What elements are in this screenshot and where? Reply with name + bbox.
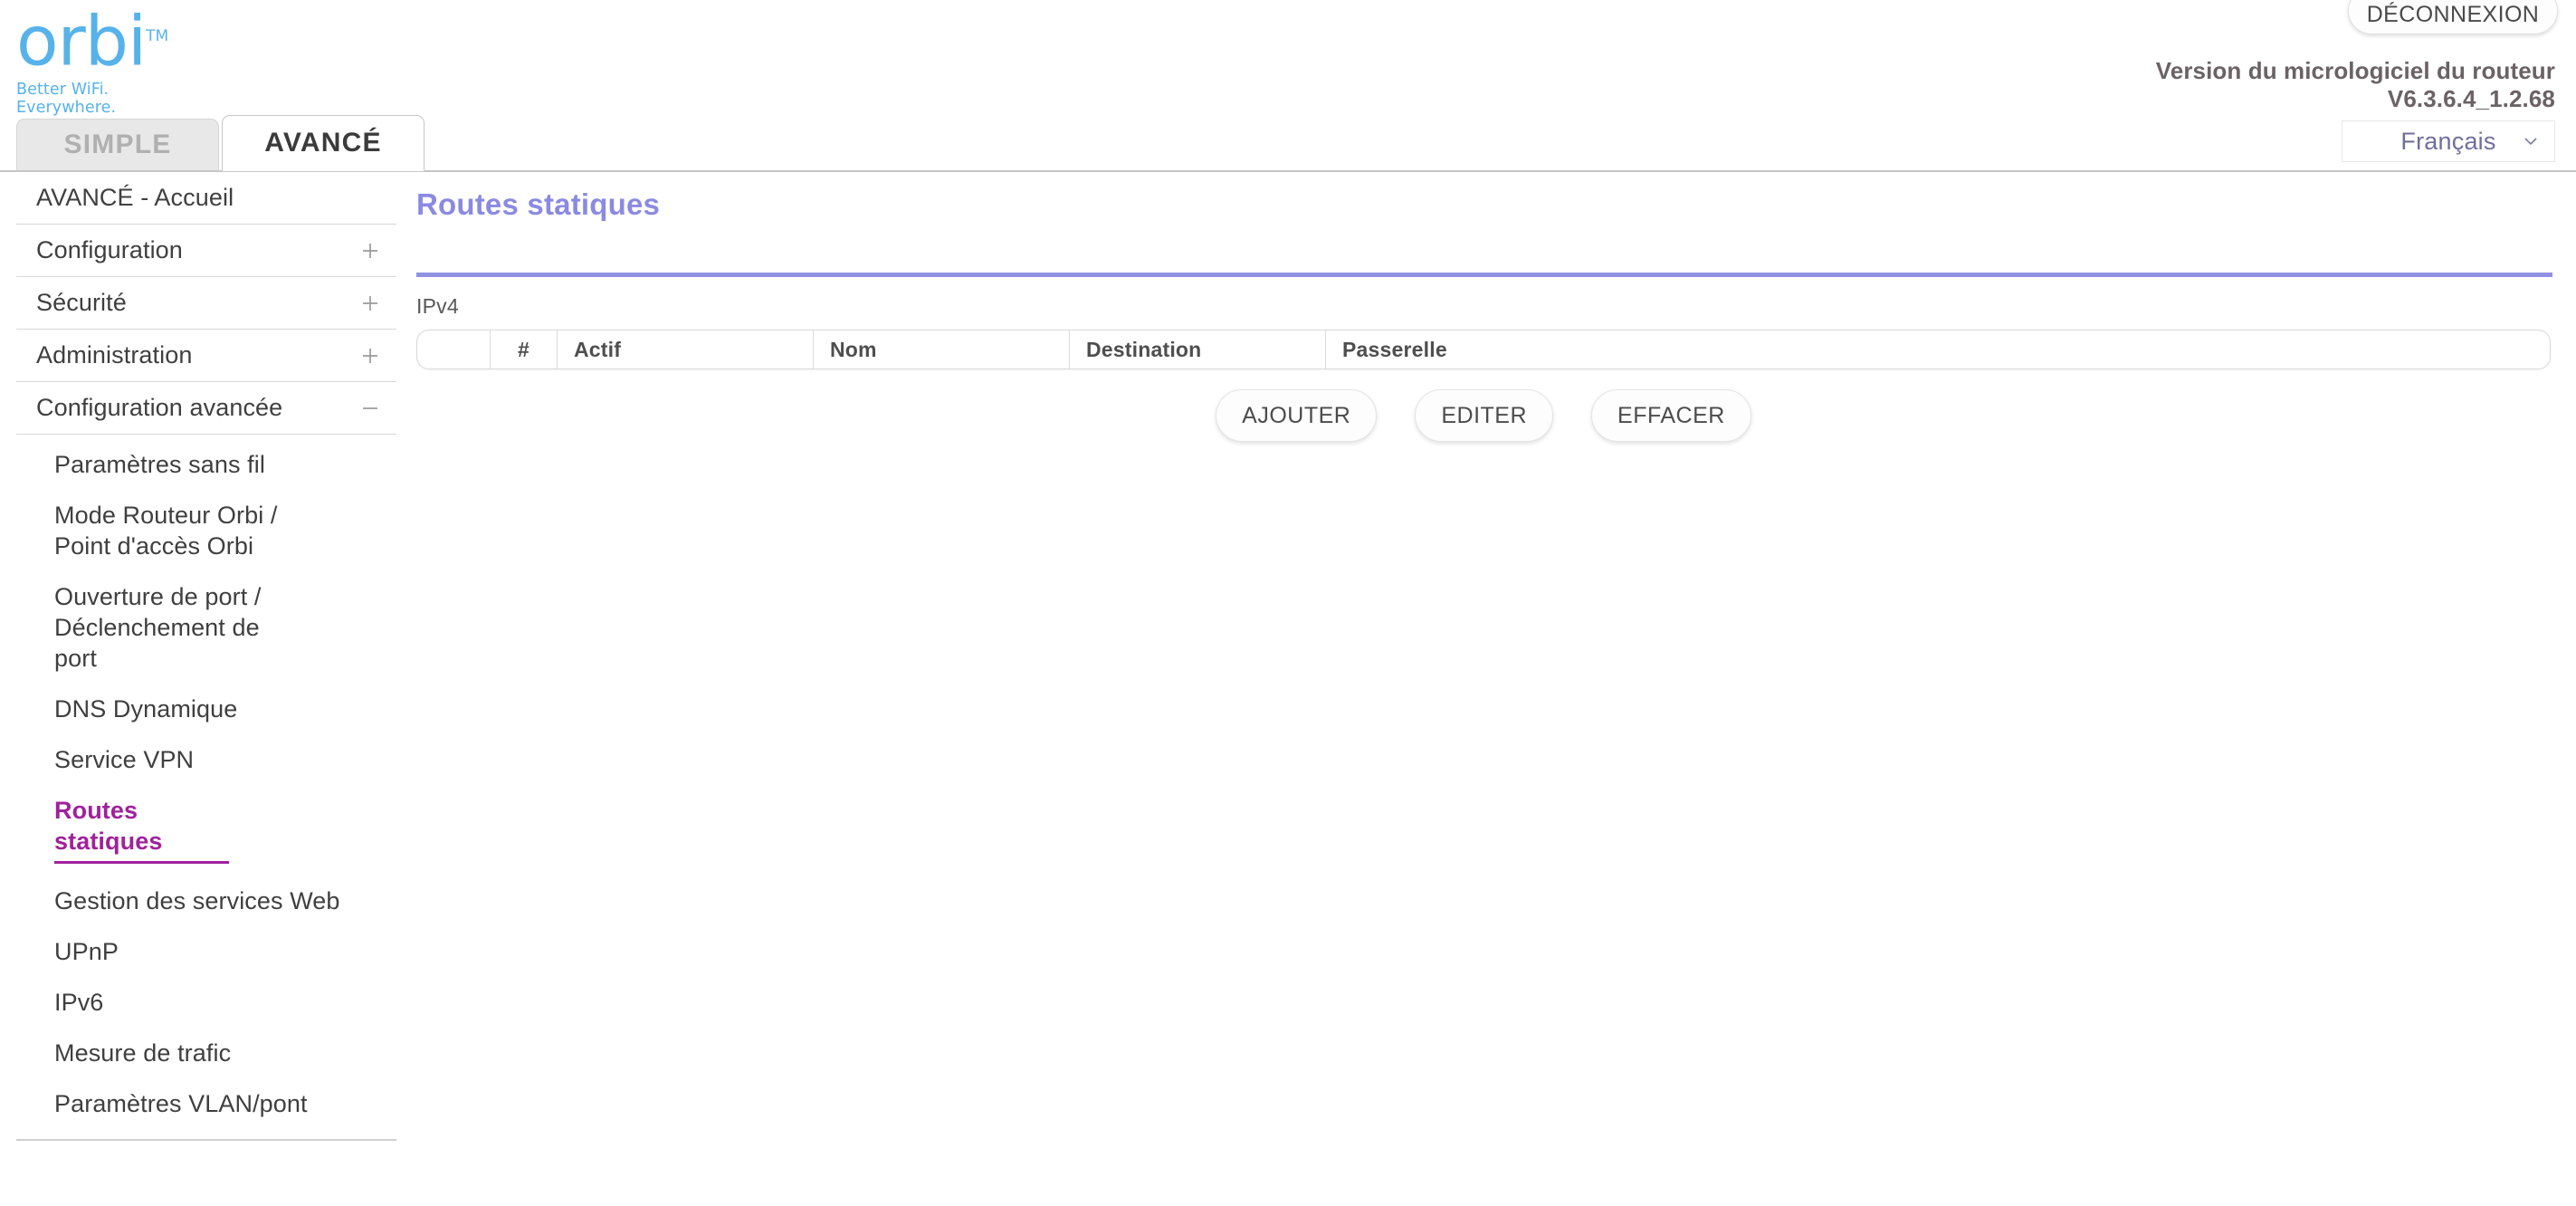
firmware-version: V6.3.6.4_1.2.68 [2387,85,2555,112]
table-header-row: # Actif Nom Destination Passerelle [417,330,2550,368]
table-header-destination: Destination [1069,330,1325,368]
table-action-buttons: AJOUTER EDITER EFFACER [416,389,2551,442]
language-select[interactable]: Français [2342,120,2555,162]
plus-icon[interactable] [358,239,382,263]
delete-route-button[interactable]: EFFACER [1591,389,1751,442]
sidebar-item-mode-routeur-orbi[interactable]: Mode Routeur Orbi / Point d'accès Orbi [16,500,396,561]
orbi-logo: orbiTM Better WiFi. Everywhere. [16,2,197,118]
table-header-index: # [490,330,557,368]
sidebar-item-securite[interactable]: Sécurité [16,277,396,330]
firmware-version-block: Version du micrologiciel du routeur V6.3… [1867,57,2555,113]
logo-tagline: Better WiFi. Everywhere. [16,81,117,118]
logo-text: orbi [16,0,147,81]
sidebar-item-parametres-sans-fil[interactable]: Paramètres sans fil [16,449,396,480]
chevron-down-icon [2522,132,2540,150]
logo-tm-mark: TM [146,27,169,45]
sidebar-item-label: Ouverture de port / Déclenchement de por… [54,583,262,672]
sidebar-item-configuration[interactable]: Configuration [16,225,396,277]
sidebar-item-upnp[interactable]: UPnP [16,936,396,967]
plus-icon[interactable] [358,292,382,315]
sidebar-item-label: Configuration avancée [36,394,283,421]
sidebar-item-label: Sécurité [36,289,127,316]
sidebar-item-ouverture-de-port[interactable]: Ouverture de port / Déclenchement de por… [16,581,396,674]
sidebar-item-label: Configuration [36,236,183,263]
static-routes-table: # Actif Nom Destination Passerelle [416,330,2551,369]
table-header-passerelle: Passerelle [1325,330,2550,368]
sidebar-item-label: DNS Dynamique [54,695,238,723]
sidebar-item-avance-accueil[interactable]: AVANCÉ - Accueil [16,172,396,225]
sidebar-item-label: Paramètres sans fil [54,451,265,478]
logout-button-label: DÉCONNEXION [2366,2,2540,27]
sidebar-bottom-divider [16,1139,396,1141]
sidebar-item-label: IPv6 [54,989,104,1016]
sidebar-item-label: Service VPN [54,746,195,773]
minus-icon[interactable] [358,397,382,420]
plus-icon[interactable] [358,344,382,368]
sidebar-item-routes-statiques[interactable]: Routes statiques [16,795,396,864]
logout-button[interactable]: DÉCONNEXION [2348,0,2558,34]
sidebar-item-label: Routes statiques [54,795,229,864]
ipv4-section-label: IPv4 [416,294,459,318]
edit-route-button[interactable]: EDITER [1415,389,1554,442]
title-divider [416,273,2552,277]
language-select-value: Français [2400,127,2496,155]
logo-wordmark: orbiTM [16,2,168,75]
sidebar-item-dns-dynamique[interactable]: DNS Dynamique [16,694,396,724]
mode-tabs: SIMPLE AVANCÉ [16,115,425,171]
page-title: Routes statiques [416,187,661,221]
add-route-button-label: AJOUTER [1242,402,1351,428]
sidebar-submenu: Paramètres sans fil Mode Routeur Orbi / … [16,435,396,1141]
edit-route-button-label: EDITER [1441,402,1528,428]
page-header: orbiTM Better WiFi. Everywhere. DÉCONNEX… [0,0,2576,172]
sidebar-item-administration[interactable]: Administration [16,330,396,382]
sidebar-item-label: AVANCÉ - Accueil [36,184,234,211]
sidebar-item-gestion-des-services-web[interactable]: Gestion des services Web [16,885,396,916]
sidebar-item-label: Paramètres VLAN/pont [54,1090,308,1117]
sidebar-item-configuration-avancee[interactable]: Configuration avancée [16,382,396,435]
sidebar-item-parametres-vlan-pont[interactable]: Paramètres VLAN/pont [16,1088,396,1119]
sidebar-item-label: Mesure de trafic [54,1039,232,1067]
delete-route-button-label: EFFACER [1617,402,1725,428]
sidebar-item-label: Mode Routeur Orbi / Point d'accès Orbi [54,502,278,560]
tab-simple[interactable]: SIMPLE [16,119,219,171]
sidebar-item-ipv6[interactable]: IPv6 [16,987,396,1018]
sidebar-item-label: Administration [36,341,193,368]
orbi-router-admin-page: orbiTM Better WiFi. Everywhere. DÉCONNEX… [0,0,2576,1206]
table-header-actif: Actif [557,330,813,368]
add-route-button[interactable]: AJOUTER [1216,389,1378,442]
main-content: Routes statiques IPv4 # Actif Nom Destin… [416,172,2562,442]
tab-avance[interactable]: AVANCÉ [222,115,425,171]
firmware-label: Version du micrologiciel du routeur [2155,57,2555,84]
tab-simple-label: SIMPLE [63,129,172,159]
table-header-select [417,330,490,368]
sidebar-item-service-vpn[interactable]: Service VPN [16,744,396,775]
sidebar-item-mesure-de-trafic[interactable]: Mesure de trafic [16,1038,396,1068]
tab-avance-label: AVANCÉ [264,128,382,158]
sidebar-item-label: UPnP [54,938,119,965]
sidebar-item-label: Gestion des services Web [54,887,340,914]
table-header-nom: Nom [813,330,1069,368]
sidebar-nav: AVANCÉ - Accueil Configuration Sécurité … [16,172,396,1141]
